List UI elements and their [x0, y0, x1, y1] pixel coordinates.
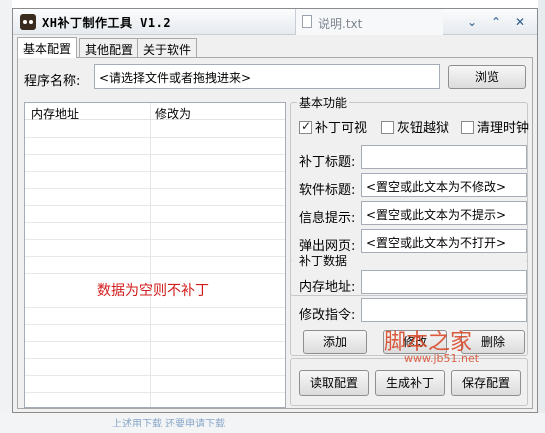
tab-about[interactable]: 关于软件 [137, 38, 198, 58]
modify-command-input[interactable] [361, 298, 527, 322]
app-logo-icon [20, 14, 36, 30]
checkbox-clear-clock[interactable]: 清理时钟 [461, 117, 529, 136]
patch-title-label: 补丁标题: [299, 155, 356, 170]
program-name-input[interactable]: <请选择文件或者拖拽进来> [94, 64, 440, 89]
row-gridline [25, 392, 285, 393]
checkbox-label: 补丁可视 [315, 121, 368, 136]
memory-address-label: 内存地址: [299, 280, 356, 295]
window-title: XH补丁制作工具 V1.2 [42, 16, 172, 30]
row-gridline [25, 154, 285, 155]
doc-tab-label: 说明.txt [318, 17, 363, 31]
tab-other-config[interactable]: 其他配置 [79, 38, 140, 58]
patch-title-input[interactable] [361, 145, 527, 169]
column-divider [150, 103, 151, 407]
list-header: 内存地址 修改为 [25, 103, 285, 122]
row-gridline [25, 341, 285, 342]
checkbox-box[interactable] [381, 121, 394, 134]
checkbox-patch-visible[interactable]: 补丁可视 [299, 117, 367, 136]
background-left-edge [0, 0, 12, 433]
load-config-button[interactable]: 读取配置 [299, 370, 369, 396]
watermark-url: www.jb51.net [404, 352, 480, 365]
row-gridline [25, 137, 285, 138]
checkbox-label: 清理时钟 [477, 121, 530, 136]
checkbox-label: 灰钮越狱 [397, 121, 450, 136]
row-gridline [25, 375, 285, 376]
background-strip-text: 上述用下载 还要申请下载 [112, 419, 226, 427]
checkbox-box[interactable] [461, 121, 474, 134]
close-icon[interactable]: ✕ [513, 15, 527, 29]
title-bar[interactable]: XH补丁制作工具 V1.2 说明.txt ⌄ ⌃ ✕ [13, 9, 537, 35]
document-icon [302, 15, 312, 28]
patch-data-title: 补丁数据 [297, 252, 350, 269]
row-gridline [25, 307, 285, 308]
program-name-label: 程序名称: [24, 74, 81, 89]
basic-function-title: 基本功能 [297, 94, 350, 111]
info-prompt-input[interactable]: <置空或此文本为不提示> [361, 201, 527, 225]
column-header-modify[interactable]: 修改为 [155, 105, 191, 122]
software-title-input[interactable]: <置空或此文本为不修改> [361, 173, 527, 197]
add-button[interactable]: 添加 [303, 330, 367, 354]
doc-tab[interactable]: 说明.txt [295, 9, 443, 35]
chevron-down-icon[interactable]: ⌄ [465, 15, 479, 29]
action-button-group: 读取配置 生成补丁 保存配置 [290, 358, 528, 406]
memory-address-input[interactable] [361, 270, 527, 294]
row-gridline [25, 205, 285, 206]
row-gridline [25, 171, 285, 172]
modify-command-label: 修改指令: [299, 308, 356, 323]
background-right-edge [538, 0, 545, 433]
tab-basic-config[interactable]: 基本配置 [17, 37, 78, 58]
info-prompt-label: 信息提示: [299, 211, 356, 226]
save-config-button[interactable]: 保存配置 [451, 370, 521, 396]
row-gridline [25, 273, 285, 274]
row-gridline [25, 188, 285, 189]
row-gridline [25, 256, 285, 257]
column-header-address[interactable]: 内存地址 [31, 105, 79, 122]
row-gridline [25, 358, 285, 359]
row-gridline [25, 222, 285, 223]
browse-button[interactable]: 浏览 [448, 65, 526, 89]
popup-page-input[interactable]: <置空或此文本为不打开> [361, 229, 527, 253]
generate-patch-button[interactable]: 生成补丁 [375, 370, 445, 396]
empty-data-note: 数据为空则不补丁 [97, 283, 209, 299]
row-gridline [25, 324, 285, 325]
chevron-up-icon[interactable]: ⌃ [489, 15, 503, 29]
patch-data-list[interactable]: 内存地址 修改为 数据为空则不补丁 [24, 102, 286, 408]
row-gridline [25, 239, 285, 240]
software-title-label: 软件标题: [299, 183, 356, 198]
checkbox-gray-jailbreak[interactable]: 灰钮越狱 [381, 117, 449, 136]
checkbox-box[interactable] [299, 119, 312, 134]
